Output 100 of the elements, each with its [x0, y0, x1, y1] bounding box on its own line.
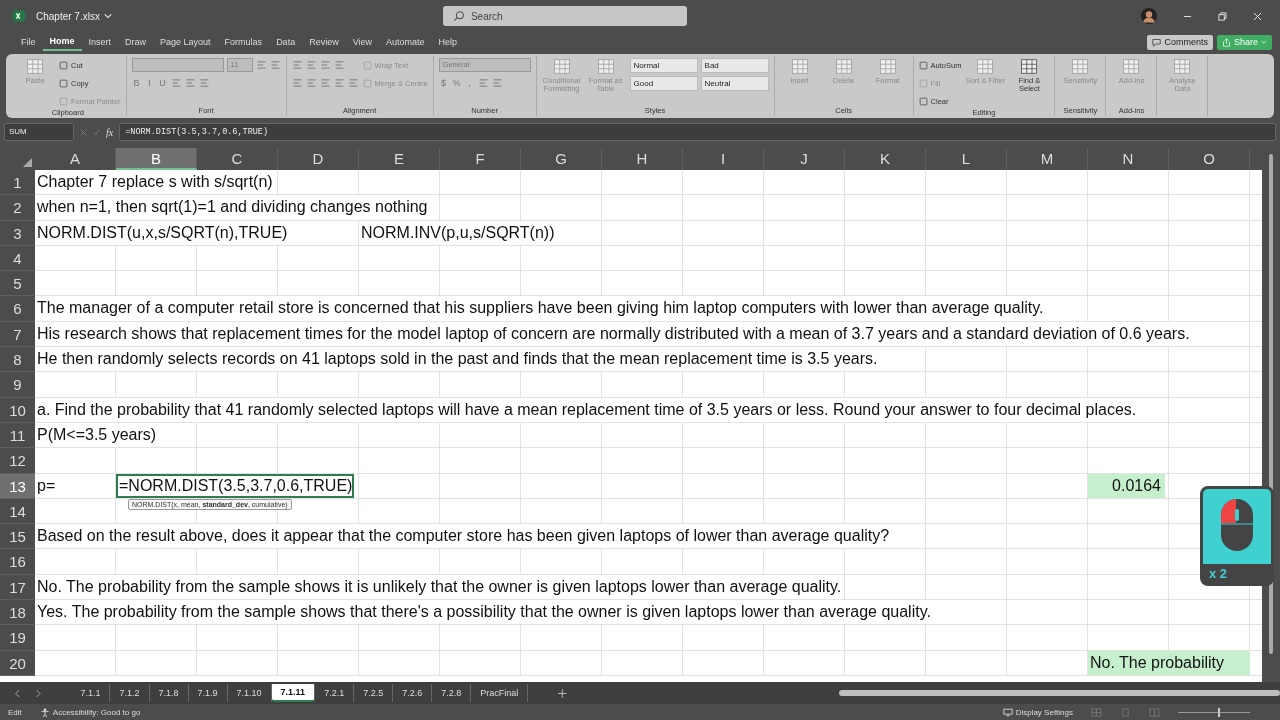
- select-all-icon[interactable]: [23, 158, 32, 167]
- menu-tab[interactable]: Data: [269, 34, 303, 50]
- name-box[interactable]: SUM: [4, 123, 74, 141]
- lines-icon[interactable]: [491, 78, 503, 88]
- lines-icon[interactable]: [333, 60, 345, 70]
- row-header[interactable]: 12: [0, 448, 35, 474]
- column-header[interactable]: D: [278, 148, 359, 170]
- lines-icon[interactable]: [319, 78, 331, 88]
- row-header[interactable]: 7: [0, 321, 35, 348]
- lines-icon[interactable]: [198, 78, 210, 88]
- sheet-tab[interactable]: 7.2.8: [432, 684, 472, 702]
- row-header[interactable]: 13: [0, 473, 35, 499]
- menu-tab[interactable]: Draw: [118, 34, 154, 50]
- lines-icon[interactable]: [319, 60, 331, 70]
- column-header[interactable]: K: [845, 148, 926, 170]
- column-header[interactable]: M: [1007, 148, 1088, 170]
- add-icon[interactable]: [558, 688, 567, 698]
- column-header[interactable]: O: [1169, 148, 1250, 170]
- column-header[interactable]: I: [683, 148, 764, 170]
- row-header[interactable]: 14: [0, 498, 35, 525]
- lines-icon[interactable]: [255, 60, 267, 70]
- row-header[interactable]: 19: [0, 625, 35, 651]
- search-field[interactable]: Search: [442, 6, 687, 26]
- horizontal-scrollbar[interactable]: [838, 690, 1280, 696]
- zoom-thumb[interactable]: [1217, 707, 1220, 717]
- comments-button[interactable]: Comments: [1147, 34, 1213, 50]
- row-header[interactable]: 10: [0, 397, 35, 423]
- lines-icon[interactable]: [291, 60, 303, 70]
- row-header[interactable]: 4: [0, 245, 35, 272]
- lines-icon[interactable]: [170, 78, 182, 88]
- caret-icon[interactable]: [103, 13, 112, 19]
- row-header[interactable]: 1: [0, 170, 35, 196]
- lines-icon[interactable]: [291, 78, 303, 88]
- column-header[interactable]: L: [926, 148, 1007, 170]
- restore-icon[interactable]: [1218, 11, 1227, 21]
- lines-icon[interactable]: [477, 78, 489, 88]
- previous-icon[interactable]: [14, 688, 21, 698]
- sheet-tab[interactable]: 7.1.8: [149, 684, 189, 702]
- row-header[interactable]: 20: [0, 650, 35, 676]
- menu-tab[interactable]: View: [345, 34, 379, 50]
- sheet-tab[interactable]: 7.2.6: [393, 684, 433, 702]
- menu-tab[interactable]: Formulas: [217, 34, 270, 50]
- row-header[interactable]: 5: [0, 271, 35, 297]
- style-cell[interactable]: Good: [629, 75, 698, 91]
- column-header[interactable]: E: [359, 148, 440, 170]
- document-title[interactable]: Chapter 7.xlsx: [36, 10, 100, 22]
- row-header[interactable]: 6: [0, 296, 35, 322]
- style-cell[interactable]: Neutral: [700, 75, 769, 91]
- row-header[interactable]: 3: [0, 220, 35, 246]
- check-icon[interactable]: [93, 128, 100, 136]
- accessibility-status[interactable]: Accessibility: Good to go: [39, 707, 141, 717]
- column-header[interactable]: F: [440, 148, 521, 170]
- sheet-tab[interactable]: 7.1.2: [110, 684, 150, 702]
- page-break-icon[interactable]: [1149, 707, 1160, 717]
- menu-tab[interactable]: Page Layout: [153, 34, 218, 50]
- lines-icon[interactable]: [305, 78, 317, 88]
- formula-field[interactable]: =NORM.DIST(3.5,3.7,0.6,TRUE): [119, 123, 1276, 141]
- menu-tab[interactable]: File: [14, 34, 43, 50]
- row-header[interactable]: 18: [0, 600, 35, 626]
- lines-icon[interactable]: [184, 78, 196, 88]
- menu-tab[interactable]: Automate: [379, 34, 432, 50]
- column-header[interactable]: H: [602, 148, 683, 170]
- display-settings-button[interactable]: Display Settings: [1002, 707, 1073, 717]
- menu-tab[interactable]: Review: [302, 34, 346, 50]
- column-header[interactable]: G: [521, 148, 602, 170]
- function-button[interactable]: fx: [106, 126, 114, 138]
- column-header[interactable]: N: [1088, 148, 1169, 170]
- table-cell: Chapter 7 replace s with s/sqrt(n): [35, 170, 275, 195]
- menu-tab[interactable]: Help: [431, 34, 465, 50]
- row-header[interactable]: 2: [0, 195, 35, 221]
- next-icon[interactable]: [34, 688, 42, 698]
- lines-icon[interactable]: [333, 78, 345, 88]
- sheet-tab[interactable]: 7.1.9: [188, 684, 228, 702]
- lines-icon[interactable]: [305, 60, 317, 70]
- row-header[interactable]: 15: [0, 524, 35, 550]
- lines-icon[interactable]: [347, 78, 359, 88]
- sheet-tab[interactable]: 7.2.5: [354, 684, 394, 702]
- row-header[interactable]: 9: [0, 372, 35, 398]
- row-header[interactable]: 17: [0, 574, 35, 601]
- style-cell[interactable]: Bad: [700, 57, 769, 73]
- dropdown-field[interactable]: [131, 58, 224, 72]
- style-cell[interactable]: Normal: [629, 57, 698, 73]
- sheet-tab[interactable]: 7.2.1: [315, 684, 355, 702]
- avatar-icon[interactable]: [1141, 8, 1157, 24]
- sheet-tab[interactable]: 7.1.1: [71, 684, 111, 702]
- column-header[interactable]: J: [764, 148, 845, 170]
- lines-icon[interactable]: [269, 60, 281, 70]
- menu-tab[interactable]: Insert: [81, 34, 119, 50]
- sheet-tab[interactable]: PracFinal: [471, 684, 529, 702]
- row-header[interactable]: 16: [0, 549, 35, 575]
- normal-view-icon[interactable]: [1091, 707, 1102, 717]
- column-header[interactable]: B: [116, 148, 197, 170]
- cancel-icon[interactable]: [80, 128, 87, 136]
- sheet-tab[interactable]: 7.1.10: [227, 684, 272, 702]
- close-icon[interactable]: [1253, 11, 1262, 21]
- page-layout-icon[interactable]: [1120, 707, 1131, 717]
- sheet-tab[interactable]: 7.1.11: [271, 684, 316, 702]
- row-header[interactable]: 11: [0, 422, 35, 449]
- row-header[interactable]: 8: [0, 347, 35, 373]
- menu-tab[interactable]: Home: [42, 33, 82, 51]
